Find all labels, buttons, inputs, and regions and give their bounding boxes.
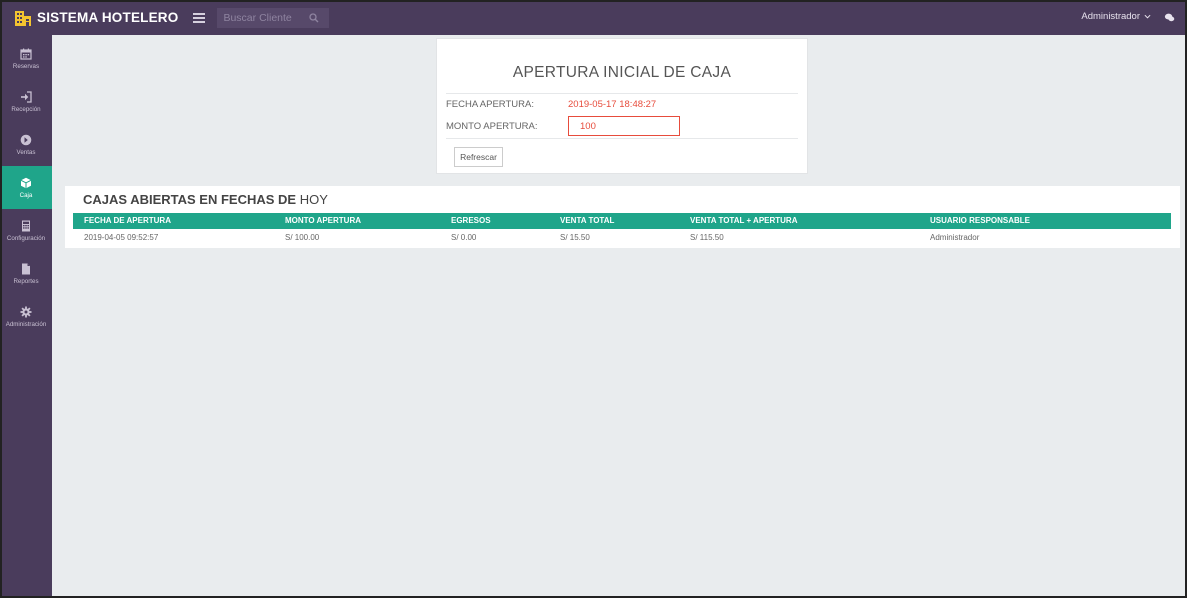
cajas-abiertas-panel: CAJAS ABIERTAS EN FECHAS DE HOY FECHA DE… [65,186,1180,248]
table-row[interactable]: 2019-04-05 09:52:57 S/ 100.00 S/ 0.00 S/… [73,230,1171,246]
monto-apertura-input[interactable] [568,116,680,136]
brand[interactable]: SISTEMA HOTELERO [14,9,178,27]
search-input[interactable] [223,11,304,24]
apertura-card: APERTURA INICIAL DE CAJA FECHA APERTURA:… [436,38,808,174]
column-header[interactable]: MONTO APERTURA [285,216,361,225]
chevron-down-icon [1144,14,1151,19]
sidebar-item-label: Reportes [13,277,39,285]
arrow-circle-right-icon [20,134,32,145]
refrescar-button[interactable]: Refrescar [454,147,503,167]
sidebar-item-label: Reservas [12,62,40,70]
cell-venta-total-apertura: S/ 115.50 [690,233,724,242]
panel-title-main: CAJAS ABIERTAS EN FECHAS DE [83,192,297,207]
menu-toggle-icon[interactable] [193,12,206,24]
user-name: Administrador [1081,11,1140,22]
sidebar-item-label: Recepción [11,105,41,113]
column-header[interactable]: FECHA DE APERTURA [84,216,171,225]
file-icon [22,263,30,274]
sidebar-item-label: Ventas [16,148,36,156]
cube-icon [20,177,32,188]
sidebar-item-reservas[interactable]: Reservas [0,37,52,80]
calendar-icon [20,48,32,60]
cell-monto-apertura: S/ 100.00 [285,233,320,242]
column-header[interactable]: VENTA TOTAL + APERTURA [690,216,798,225]
sidebar-item-ventas[interactable]: Ventas [0,123,52,166]
fecha-apertura-value: 2019-05-17 18:48:27 [568,99,657,110]
monto-apertura-label: MONTO APERTURA: [446,121,538,132]
sidebar-item-caja[interactable]: Caja [0,166,52,209]
column-header[interactable]: EGRESOS [451,216,491,225]
sidebar-item-administracion[interactable]: Administración [0,295,52,338]
brand-title: SISTEMA HOTELERO [37,10,179,25]
cell-fecha-apertura: 2019-04-05 09:52:57 [84,233,159,242]
hotel-logo-icon [15,10,31,26]
chat-icon[interactable] [1164,12,1175,23]
sidebar-item-reportes[interactable]: Reportes [0,252,52,295]
cog-icon [20,306,32,317]
cell-egresos: S/ 0.00 [451,233,477,242]
sidebar-item-label: Configuración [6,234,46,242]
panel-title-period: HOY [299,192,328,207]
search-icon[interactable] [309,12,319,23]
divider [446,93,798,94]
fecha-apertura-label: FECHA APERTURA: [446,99,534,110]
user-menu[interactable]: Administrador [1081,11,1151,22]
column-header[interactable]: VENTA TOTAL [560,216,614,225]
sidebar-item-recepcion[interactable]: Recepción [0,80,52,123]
cell-usuario-responsable: Administrador [930,233,980,242]
sidebar-item-label: Administración [5,320,47,328]
search-box [217,7,330,28]
apertura-title: APERTURA INICIAL DE CAJA [512,64,732,81]
divider [446,138,798,139]
cell-venta-total: S/ 15.50 [560,233,590,242]
calculator-icon [22,220,30,231]
sidebar: Reservas Recepción Ventas Caja Configura… [0,35,52,598]
sidebar-item-label: Caja [19,191,33,199]
sidebar-item-configuracion[interactable]: Configuración [0,209,52,252]
panel-title: CAJAS ABIERTAS EN FECHAS DE HOY [83,192,328,207]
column-header[interactable]: USUARIO RESPONSABLE [930,216,1030,225]
top-navbar: SISTEMA HOTELERO Administrador [0,0,1187,35]
sign-in-icon [21,90,32,103]
table-header: FECHA DE APERTURA MONTO APERTURA EGRESOS… [73,213,1171,229]
